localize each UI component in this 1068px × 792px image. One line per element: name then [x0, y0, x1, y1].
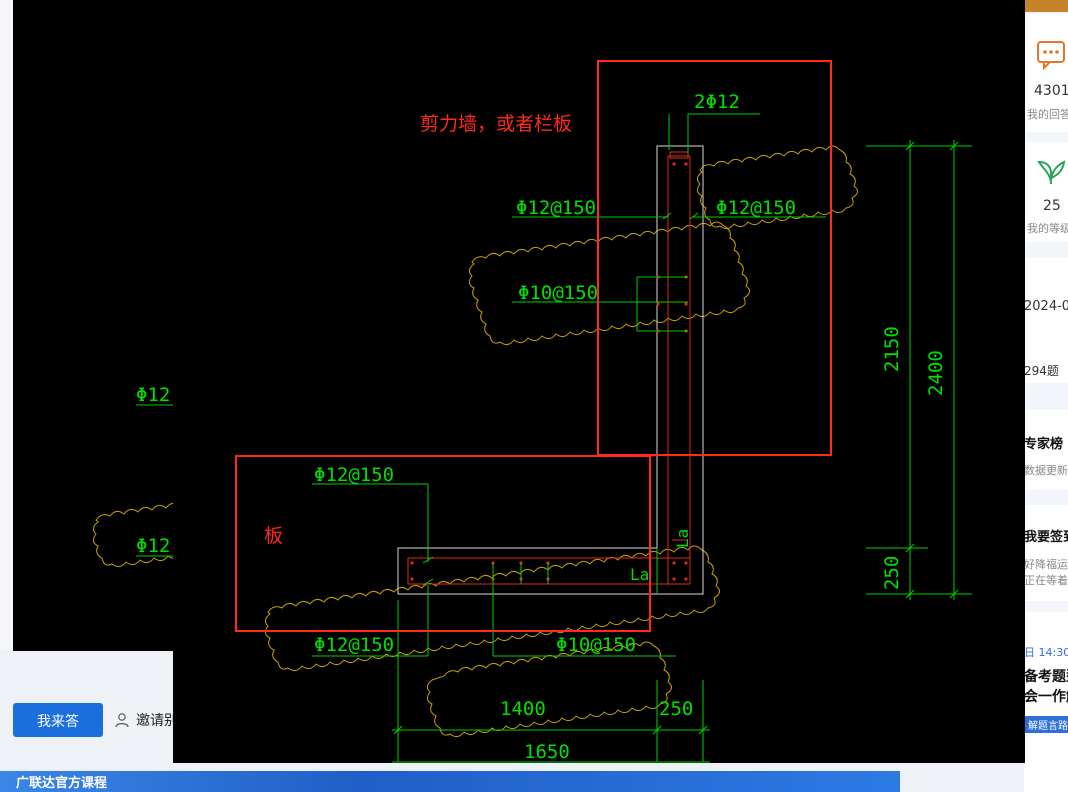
label-2phi12: 2Φ12: [694, 91, 740, 113]
label-phi12-150-slab-bottom: Φ12@150: [314, 634, 394, 656]
slab-highlight-box: [235, 455, 651, 632]
dim-2150: 2150: [881, 326, 903, 372]
label-phi12-clipped-1: Φ12: [136, 384, 170, 406]
label-phi12-clipped-2: Φ12: [136, 535, 170, 557]
wall-highlight-box: [597, 60, 832, 456]
cad-drawing: 2Φ12 Φ12@150 Φ12@150 Φ10@150 Φ12@150 Φ12…: [92, 60, 972, 763]
label-la-h: La: [630, 565, 649, 584]
label-la-v: La: [673, 529, 692, 548]
annotation-slab: 板: [264, 525, 283, 547]
label-phi12-150-slab-top: Φ12@150: [314, 464, 394, 486]
label-phi12-150-right: Φ12@150: [716, 197, 796, 219]
dim-250-v: 250: [881, 556, 903, 590]
annotation-wall: 剪力墙，或者栏板: [420, 113, 572, 135]
dim-1400: 1400: [500, 698, 546, 720]
revision-clouds: [92, 145, 858, 738]
label-phi10-150-slab: Φ10@150: [556, 634, 636, 656]
dim-2400: 2400: [925, 350, 947, 396]
dim-250-h: 250: [659, 698, 693, 720]
label-phi12-150-left: Φ12@150: [516, 197, 596, 219]
dim-1650: 1650: [524, 741, 570, 763]
label-phi10-150-wall: Φ10@150: [518, 282, 598, 304]
rebar-dots: [410, 162, 688, 581]
